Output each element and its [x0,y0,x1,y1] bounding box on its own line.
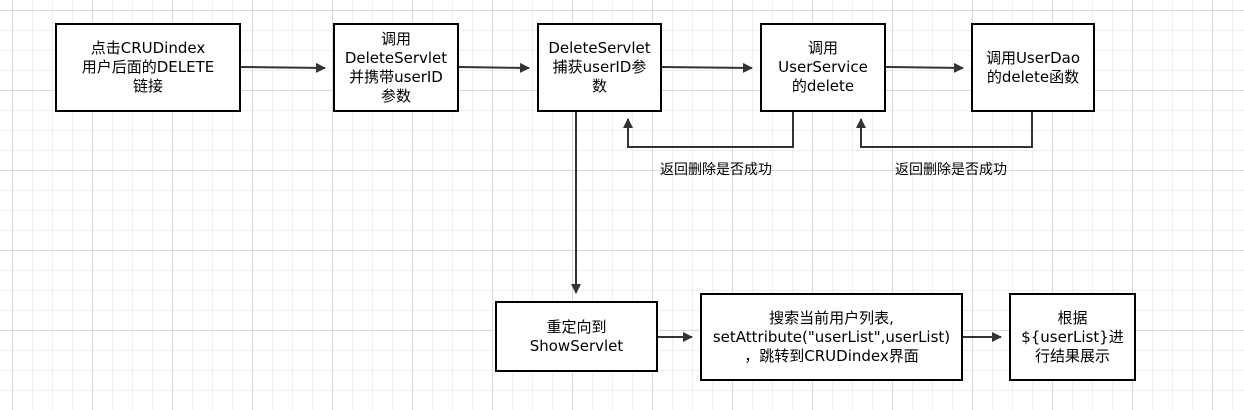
node-click-delete: 点击CRUDindex 用户后面的DELETE 链接 [55,23,241,112]
node-search-users: 搜索当前用户列表, setAttribute("userList",userLi… [700,293,963,381]
node-call-delete-servlet: 调用 DeleteServlet 并携带userID 参数 [333,23,459,112]
arrow-dao-return [856,112,1033,148]
arrow-service-to-dao [885,62,964,73]
arrow-capture-to-service [660,62,753,73]
node-servlet-capture: DeleteServlet 捕获userID参 数 [537,23,662,112]
arrow-service-return [623,112,794,148]
arrow-call-servlet-to-capture [458,62,530,73]
node-redirect-show: 重定向到 ShowServlet [495,301,658,372]
node-call-user-service: 调用 UserService 的delete [760,23,886,112]
label-return-service: 返回删除是否成功 [660,162,772,178]
arrow-click-to-call-servlet [239,62,326,73]
node-call-user-dao: 调用UserDao 的delete函数 [971,23,1095,112]
label-return-dao: 返回删除是否成功 [895,162,1007,178]
node-show-result: 根据 ${userList}进 行结果展示 [1009,293,1136,381]
